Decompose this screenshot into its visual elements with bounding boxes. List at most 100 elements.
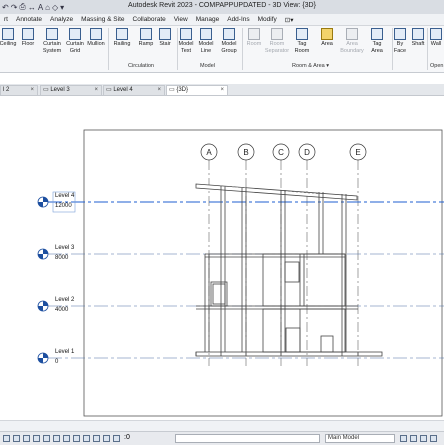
panel-separator xyxy=(108,28,109,70)
level-name-3[interactable]: Level 1 xyxy=(55,349,75,355)
temporary-hide-icon[interactable] xyxy=(83,435,90,442)
tool-model-group[interactable]: Model Group xyxy=(219,28,239,54)
view-tab-label: l 2 xyxy=(3,87,10,93)
menu-tab-7[interactable]: Add-Ins xyxy=(223,16,253,23)
view-tab-label: ▭ Level 4 xyxy=(106,87,133,93)
scale-label: :0 xyxy=(124,434,130,441)
tool-ramp[interactable]: Ramp xyxy=(136,28,156,48)
level-elevation-0[interactable]: 12000 xyxy=(55,203,72,209)
view-tab-label: ▭ {3D} xyxy=(169,87,189,93)
tool-tag-room[interactable]: Tag Room xyxy=(292,28,312,54)
grid-label-D: D xyxy=(304,148,310,157)
menu-tab-4[interactable]: Collaborate xyxy=(129,16,170,23)
room-icon xyxy=(248,28,260,40)
ribbon: Ceiling Floor Curtain System Curtain Grid Mull… xyxy=(0,26,444,73)
level-name-1[interactable]: Level 3 xyxy=(55,245,75,251)
wall-icon xyxy=(430,28,442,40)
tool-wall[interactable]: Wall xyxy=(426,28,444,48)
level-head-icon[interactable] xyxy=(37,196,49,208)
menu-tab-5[interactable]: View xyxy=(170,16,192,23)
stair-icon xyxy=(159,28,171,40)
design-option-dropdown[interactable]: Main Model xyxy=(325,434,395,443)
level-head-icon[interactable] xyxy=(37,248,49,260)
menu-tab-9[interactable]: ⊡▾ xyxy=(281,16,298,24)
window xyxy=(212,283,226,305)
filter-count-icon[interactable] xyxy=(430,435,437,442)
view-tab-1[interactable]: ▭ Level 3 × xyxy=(40,85,102,95)
tool-ceiling[interactable]: Ceiling xyxy=(0,28,18,48)
tool-label: Ceiling xyxy=(0,41,17,47)
close-icon[interactable]: × xyxy=(157,86,161,95)
door xyxy=(320,335,334,353)
analysis-icon[interactable] xyxy=(103,435,110,442)
tool-room-separator[interactable]: Room Separator xyxy=(265,28,289,54)
tool-label: Model Line xyxy=(198,41,214,54)
tool-floor[interactable]: Floor xyxy=(18,28,38,48)
panel-label-1: Model xyxy=(200,63,215,69)
level-elevation-2[interactable]: 4000 xyxy=(55,307,69,313)
shadows-icon[interactable] xyxy=(43,435,50,442)
tool-label: Mullion xyxy=(87,41,105,47)
tool-tag-area[interactable]: Tag Area xyxy=(367,28,387,54)
bulb-icon[interactable] xyxy=(13,435,20,442)
level-elevation-1[interactable]: 8000 xyxy=(55,255,69,261)
tool-area-boundary[interactable]: Area Boundary xyxy=(340,28,364,54)
select-links-icon[interactable] xyxy=(410,435,417,442)
sun-icon[interactable] xyxy=(33,435,40,442)
tool-label: Tag Room xyxy=(294,41,310,54)
menu-tab-0[interactable]: rt xyxy=(0,16,12,23)
elevation-view[interactable]: A B C D E Level 4 12000 Level 3 8000 Level 2 4000 L… xyxy=(0,96,444,418)
menu-tab-8[interactable]: Modify xyxy=(254,16,281,23)
menu-tab-3[interactable]: Massing & Site xyxy=(77,16,128,23)
view-tab-bar: l 2 × ▭ Level 3 × ▭ Level 4 × ▭ {3D} × xyxy=(0,84,444,96)
ramp-icon xyxy=(140,28,152,40)
lock-icon[interactable] xyxy=(73,435,80,442)
tool-model-line[interactable]: Model Line xyxy=(196,28,216,54)
tool-model-text[interactable]: Model Text xyxy=(176,28,196,54)
tool-by-face[interactable]: By Face xyxy=(390,28,410,54)
grid-label-E: E xyxy=(355,148,360,157)
tool-curtain-grid[interactable]: Curtain Grid xyxy=(65,28,85,54)
room-separator-icon xyxy=(271,28,283,40)
menu-tab-1[interactable]: Annotate xyxy=(12,16,46,23)
view-tab-0[interactable]: l 2 × xyxy=(0,85,38,95)
panel-separator xyxy=(242,28,243,70)
close-icon[interactable]: × xyxy=(94,86,98,95)
model-text-icon xyxy=(180,28,192,40)
crop-icon[interactable] xyxy=(53,435,60,442)
tag-room-icon xyxy=(296,28,308,40)
grid-label-A: A xyxy=(206,148,212,157)
tool-curtain-system[interactable]: Curtain System xyxy=(42,28,62,54)
ground-slab xyxy=(195,351,383,357)
crop-region-icon[interactable] xyxy=(63,435,70,442)
filter-icon[interactable] xyxy=(400,435,407,442)
close-icon[interactable]: × xyxy=(30,86,34,95)
tag-area-icon xyxy=(371,28,383,40)
visual-style-icon[interactable] xyxy=(23,435,30,442)
view-tab-3[interactable]: ▭ {3D} × xyxy=(166,85,228,95)
tool-railing[interactable]: Railing xyxy=(112,28,132,48)
menu-tab-2[interactable]: Analyze xyxy=(46,16,77,23)
view-tab-2[interactable]: ▭ Level 4 × xyxy=(103,85,165,95)
close-icon[interactable]: × xyxy=(220,86,224,95)
level-head-icon[interactable] xyxy=(37,300,49,312)
drawing-area[interactable]: A B C D E Level 4 12000 Level 3 8000 Level 2 4000 L… xyxy=(0,96,444,418)
tool-stair[interactable]: Stair xyxy=(155,28,175,48)
tool-mullion[interactable]: Mullion xyxy=(86,28,106,48)
highlight-icon[interactable] xyxy=(113,435,120,442)
panel-label-2[interactable]: Room & Area ▾ xyxy=(292,63,329,69)
tool-room[interactable]: Room xyxy=(244,28,264,48)
tool-area[interactable]: Area xyxy=(317,28,337,48)
reveal-hidden-icon[interactable] xyxy=(93,435,100,442)
panel-label-0: Circulation xyxy=(128,63,154,69)
level-name-2[interactable]: Level 2 xyxy=(55,297,75,303)
level-head-icon[interactable] xyxy=(37,352,49,364)
menu-tab-6[interactable]: Manage xyxy=(192,16,224,23)
select-pinned-icon[interactable] xyxy=(420,435,427,442)
workset-dropdown[interactable] xyxy=(175,434,320,443)
level-name-0[interactable]: Level 4 xyxy=(55,193,75,199)
level-elevation-3[interactable]: 0 xyxy=(55,359,59,365)
tool-shaft[interactable]: Shaft xyxy=(408,28,428,48)
tool-label: Room xyxy=(246,41,262,47)
ready-icon[interactable] xyxy=(3,435,10,442)
